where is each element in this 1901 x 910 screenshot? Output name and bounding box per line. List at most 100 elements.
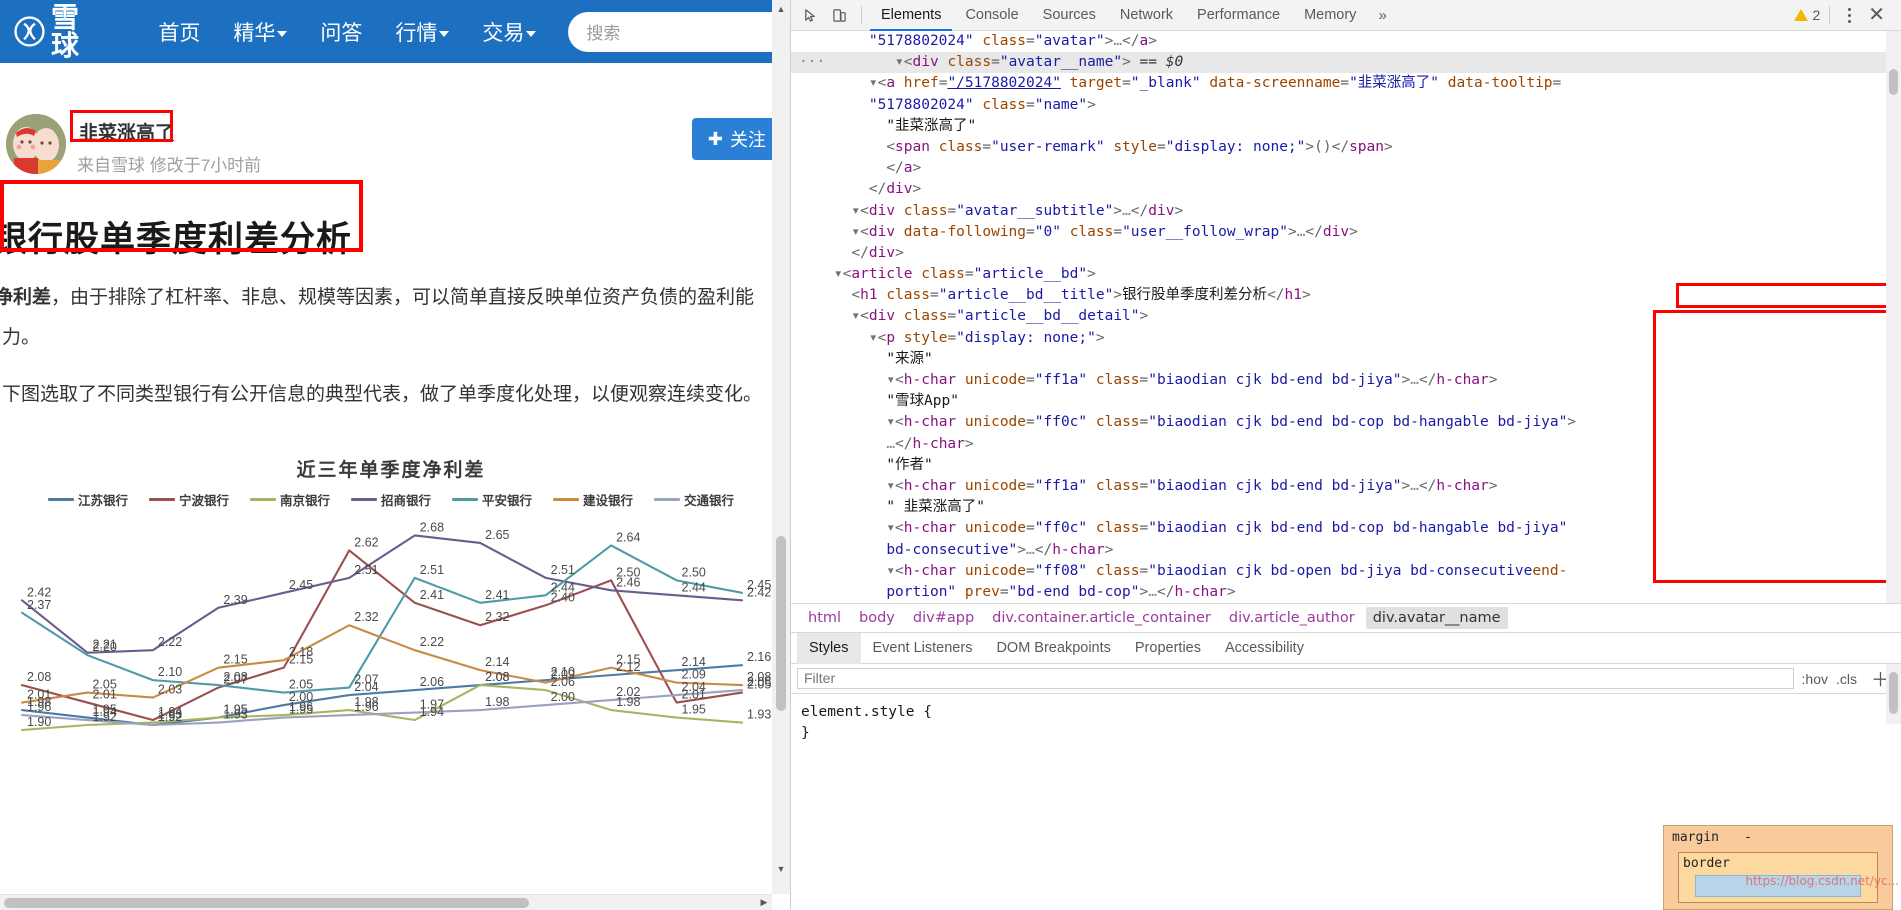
dom-tree-line[interactable]: </div> <box>791 243 1901 264</box>
dom-scrollbar[interactable] <box>1886 31 1901 603</box>
box-model-margin-value: - <box>1744 830 1752 845</box>
dom-tree-line[interactable]: ▾<h-char unicode="ff0c" class="biaodian … <box>791 518 1901 539</box>
nav-link-essence[interactable]: 精华 <box>233 17 288 47</box>
tab-console[interactable]: Console <box>954 0 1029 31</box>
vertical-scroll-thumb[interactable] <box>776 536 786 711</box>
legend-item[interactable]: 招商银行 <box>350 490 431 509</box>
chart-title: 近三年单季度净利差 <box>296 460 486 481</box>
dom-tree-line[interactable]: " 韭菜涨高了" <box>791 497 1901 518</box>
dom-tree-line[interactable]: <h1 class="article__bd__title">银行股单季度利差分… <box>791 285 1901 306</box>
legend-swatch <box>148 498 175 501</box>
dom-scroll-thumb[interactable] <box>1889 69 1898 95</box>
dom-tree-line[interactable]: ▾<div class="avatar__subtitle">…</div> <box>791 201 1901 222</box>
tab-properties[interactable]: Properties <box>1123 633 1213 664</box>
dom-tree-line[interactable]: "韭菜涨高了" <box>791 116 1901 137</box>
tab-elements[interactable]: Elements <box>870 0 952 31</box>
filter-input[interactable] <box>797 668 1794 689</box>
scroll-right-icon[interactable]: ▶ <box>756 894 772 910</box>
scroll-up-icon[interactable]: ▲ <box>772 0 790 18</box>
breadcrumb-item-app[interactable]: div#app <box>906 607 981 629</box>
nav-link-qa[interactable]: 问答 <box>320 17 362 47</box>
dom-tree[interactable]: "5178802024" class="avatar">…</a> ··· ▾<d… <box>791 31 1901 603</box>
dom-tree-line[interactable]: ▾<h-char unicode="ff0c" class="biaodian … <box>791 412 1901 433</box>
cursor-select-icon[interactable] <box>797 3 824 27</box>
tab-memory[interactable]: Memory <box>1293 0 1367 31</box>
nav-link-quotes[interactable]: 行情 <box>395 17 450 47</box>
avatar[interactable] <box>6 114 66 174</box>
nav-link-label: 精华 <box>233 21 276 45</box>
svg-text:2.44: 2.44 <box>682 580 706 594</box>
avatar-image <box>6 114 66 174</box>
legend-item[interactable]: 平安银行 <box>452 490 532 509</box>
breadcrumb-item-html[interactable]: html <box>801 607 848 629</box>
dom-tree-line[interactable]: "来源" <box>791 349 1901 370</box>
svg-text:2.09: 2.09 <box>551 668 575 682</box>
dom-tree-line[interactable]: "5178802024" class="avatar">…</a> <box>791 31 1901 52</box>
more-vertical-icon[interactable] <box>1839 7 1859 23</box>
tab-styles[interactable]: Styles <box>797 632 861 664</box>
warning-badge[interactable]: 2 <box>1794 7 1820 23</box>
dom-tree-line[interactable]: portion" prev="bd-end bd-cop">…</h-char> <box>791 582 1901 603</box>
breadcrumb-item-article-author[interactable]: div.article_author <box>1222 607 1362 629</box>
breadcrumb-item-body[interactable]: body <box>852 607 902 629</box>
author-name-link[interactable]: 韭菜涨高了 <box>75 117 178 146</box>
nav-link-trade[interactable]: 交易 <box>482 17 537 47</box>
page-horizontal-scrollbar[interactable]: ◀ ▶ <box>0 894 772 910</box>
dom-tree-line[interactable]: "5178802024" class="name"> <box>791 95 1901 116</box>
tab-performance[interactable]: Performance <box>1186 0 1291 31</box>
legend-item[interactable]: 南京银行 <box>249 490 330 509</box>
svg-text:2.20: 2.20 <box>92 640 116 654</box>
dom-tree-line[interactable]: ▾<div class="article__bd__detail"> <box>791 306 1901 327</box>
cls-button[interactable]: .cls <box>1836 671 1857 687</box>
dom-tree-line[interactable]: "雪球App" <box>791 391 1901 412</box>
dom-tree-line[interactable]: ▾<a href="/5178802024" target="_blank" d… <box>791 73 1901 94</box>
dom-tree-line[interactable]: ▾<h-char unicode="ff08" class="biaodian … <box>791 561 1901 582</box>
hov-button[interactable]: :hov <box>1802 671 1828 687</box>
dom-tree-line[interactable]: ▾<h-char unicode="ff1a" class="biaodian … <box>791 476 1901 497</box>
tab-sources[interactable]: Sources <box>1032 0 1107 31</box>
styles-filter-row: :hov .cls ＋ <box>791 664 1901 694</box>
svg-text:2.08: 2.08 <box>485 670 509 684</box>
box-model-diagram[interactable]: margin - border <box>1663 825 1893 910</box>
dom-tree-line[interactable]: "作者" <box>791 455 1901 476</box>
tab-dom-breakpoints[interactable]: DOM Breakpoints <box>984 633 1122 664</box>
dom-tree-line[interactable]: ▾<article class="article__bd"> <box>791 264 1901 285</box>
dom-tree-line[interactable]: ▾<div data-following="0" class="user__fo… <box>791 222 1901 243</box>
follow-button[interactable]: ✚ 关注 <box>691 118 782 160</box>
dom-tree-line[interactable]: </a> <box>791 158 1901 179</box>
legend-item[interactable]: 宁波银行 <box>148 490 229 509</box>
svg-text:2.46: 2.46 <box>616 575 640 589</box>
tab-accessibility[interactable]: Accessibility <box>1213 633 1316 664</box>
dom-tree-line[interactable]: <span class="user-remark" style="display… <box>791 137 1901 158</box>
dom-tree-line[interactable]: ▾<p style="display: none;"> <box>791 328 1901 349</box>
search-input[interactable]: 搜索 <box>568 11 790 52</box>
legend-item[interactable]: 交通银行 <box>654 490 734 509</box>
tab-network[interactable]: Network <box>1109 0 1184 31</box>
legend-swatch <box>249 498 276 501</box>
article-paragraph-2: 下图选取了不同类型银行有公开信息的典型代表，做了单季度化处理，以便观察连续变化。 <box>2 384 763 405</box>
tab-event-listeners[interactable]: Event Listeners <box>861 633 985 664</box>
brand[interactable]: 雪球 <box>14 3 96 60</box>
svg-text:2.18: 2.18 <box>289 645 313 659</box>
breadcrumb-item-container[interactable]: div.container.article_container <box>985 607 1218 629</box>
warning-triangle-icon <box>1794 9 1809 21</box>
legend-item[interactable]: 建设银行 <box>553 490 633 509</box>
chevron-double-right-icon[interactable]: » <box>1369 7 1395 24</box>
dom-tree-line[interactable]: …</h-char> <box>791 434 1901 455</box>
svg-text:2.51: 2.51 <box>420 563 444 577</box>
horizontal-scroll-thumb[interactable] <box>4 898 529 908</box>
dom-tree-line[interactable]: ··· ▾<div class="avatar__name"> == $0 <box>791 52 1901 74</box>
nav-link-home[interactable]: 首页 <box>158 17 200 47</box>
page-vertical-scrollbar[interactable]: ▲ ▼ <box>772 0 790 894</box>
breadcrumb-item-avatar-name[interactable]: div.avatar__name <box>1365 607 1508 629</box>
dom-tree-line[interactable]: ▾<h-char unicode="ff1a" class="biaodian … <box>791 370 1901 391</box>
legend-item[interactable]: 江苏银行 <box>47 490 128 509</box>
svg-text:2.32: 2.32 <box>485 610 509 624</box>
device-toolbar-icon[interactable] <box>826 3 853 27</box>
dom-tree-line[interactable]: bd-consecutive">…</h-char> <box>791 540 1901 561</box>
svg-text:1.90: 1.90 <box>27 715 51 729</box>
style-rule-selector[interactable]: element.style { <box>801 702 1901 723</box>
dom-tree-line[interactable]: </div> <box>791 179 1901 200</box>
scroll-down-icon[interactable]: ▼ <box>772 860 790 878</box>
close-icon[interactable]: ✕ <box>1862 5 1891 25</box>
